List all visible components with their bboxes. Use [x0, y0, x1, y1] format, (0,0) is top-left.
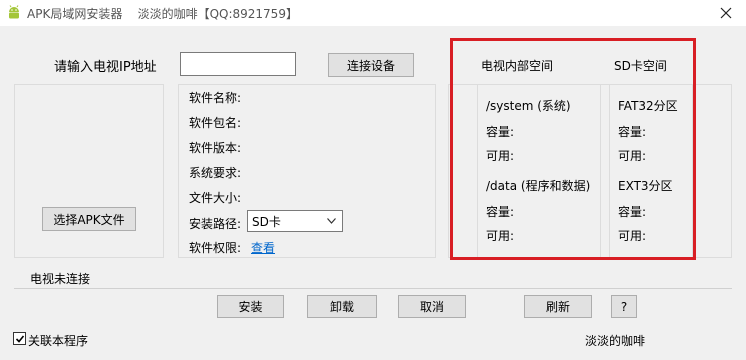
install-path-label: 安装路径:: [189, 217, 242, 231]
checkmark-icon: [15, 334, 24, 343]
permission-label: 软件权限:: [189, 241, 242, 255]
chevron-down-icon: [327, 218, 336, 224]
ip-label: 请输入电视IP地址: [54, 60, 157, 75]
close-button[interactable]: [706, 0, 746, 26]
android-app-icon: [6, 5, 22, 21]
close-icon: [720, 7, 732, 19]
title-bar: APK局域网安装器 淡淡的咖啡【QQ:8921759】: [0, 0, 746, 26]
apk-select-panel: [14, 84, 164, 258]
cancel-button[interactable]: 取消: [398, 295, 466, 318]
associate-label: 关联本程序: [28, 334, 89, 348]
status-divider: [14, 288, 732, 289]
window-title: APK局域网安装器 淡淡的咖啡【QQ:8921759】: [27, 7, 298, 21]
connection-status: 电视未连接: [30, 272, 91, 286]
install-path-select[interactable]: SD卡: [247, 210, 343, 232]
ip-input[interactable]: [180, 52, 296, 76]
connect-button[interactable]: 连接设备: [328, 53, 414, 77]
software-name-label: 软件名称:: [189, 91, 242, 105]
author-label: 淡淡的咖啡: [585, 334, 646, 348]
storage-highlight-box: [450, 38, 696, 260]
install-button[interactable]: 安装: [217, 295, 284, 318]
file-size-label: 文件大小:: [189, 191, 242, 205]
version-label: 软件版本:: [189, 141, 242, 155]
associate-checkbox[interactable]: [13, 332, 26, 345]
install-path-value: SD卡: [252, 214, 281, 229]
view-permission-link[interactable]: 查看: [251, 239, 275, 256]
help-button[interactable]: ?: [611, 295, 637, 318]
requirement-label: 系统要求:: [189, 166, 242, 180]
package-name-label: 软件包名:: [189, 116, 242, 130]
uninstall-button[interactable]: 卸载: [307, 295, 377, 318]
refresh-button[interactable]: 刷新: [524, 295, 592, 318]
choose-apk-button[interactable]: 选择APK文件: [42, 207, 136, 231]
